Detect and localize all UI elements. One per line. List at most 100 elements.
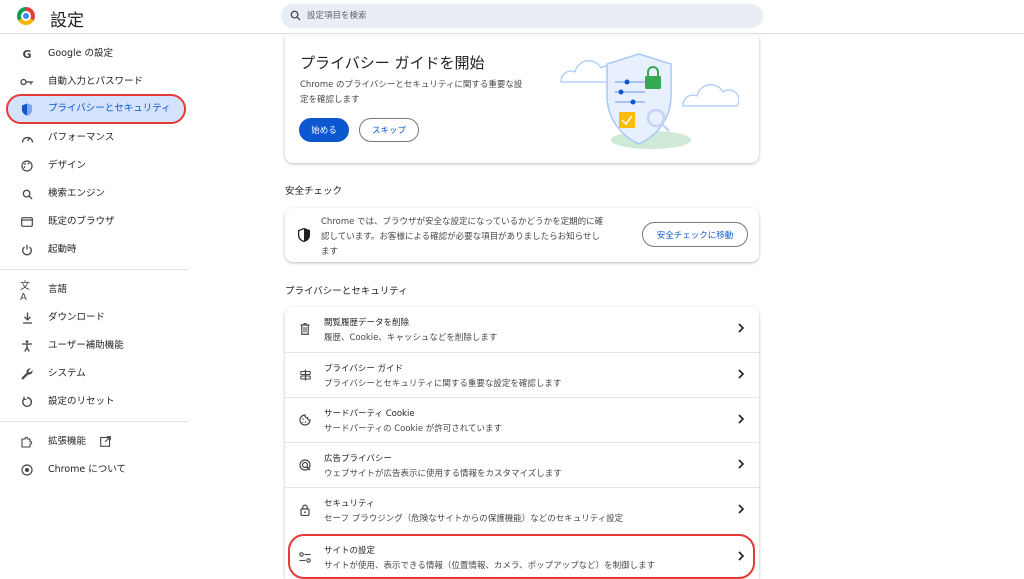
sidebar-item-label: Chrome について <box>48 464 126 475</box>
go-to-safety-check-button[interactable]: 安全チェックに移動 <box>642 222 748 247</box>
browser-window-icon <box>20 215 34 229</box>
cookie-icon <box>298 413 312 427</box>
palette-icon <box>20 159 34 173</box>
site-settings-icon <box>298 550 312 564</box>
sidebar-item-downloads[interactable]: ダウンロード <box>8 305 184 331</box>
sidebar-item-google[interactable]: G Google の設定 <box>8 41 184 67</box>
row-title: プライバシー ガイド <box>324 364 404 374</box>
trash-icon <box>298 322 312 336</box>
sidebar-item-label: ユーザー補助機能 <box>48 340 124 351</box>
privacy-security-heading: プライバシーとセキュリティ <box>285 286 408 297</box>
search-icon <box>20 187 34 201</box>
page-title: 設定 <box>50 11 84 31</box>
sidebar-item-label: 言語 <box>48 284 68 295</box>
sidebar-item-label: 検索エンジン <box>48 188 106 199</box>
ad-privacy-icon <box>298 458 312 472</box>
sidebar-item-reset[interactable]: 設定のリセット <box>8 389 184 415</box>
privacy-guide-icon <box>298 368 312 382</box>
row-third-party-cookies[interactable]: サードパーティ Cookie サードパーティの Cookie が許可されています <box>285 397 759 442</box>
wrench-icon <box>20 367 34 381</box>
safety-check-card: Chrome では、ブラウザが安全な設定になっているかどうかを定期的に確 認して… <box>285 208 759 262</box>
sidebar-item-languages[interactable]: 文A 言語 <box>8 277 184 303</box>
sidebar-item-search-engine[interactable]: 検索エンジン <box>8 181 184 207</box>
safety-check-text-line: 認しています。お客様による確認が必要な項目がありましたらお知らせし <box>321 232 600 242</box>
safety-check-heading: 安全チェック <box>285 186 343 197</box>
sidebar-item-accessibility[interactable]: ユーザー補助機能 <box>8 333 184 359</box>
lock-icon <box>298 503 312 517</box>
privacy-security-list: 閲覧履歴データを削除 履歴、Cookie、キャッシュなどを削除します プライバシ… <box>285 307 759 579</box>
row-subtitle: セーフ ブラウジング（危険なサイトからの保護機能）などのセキュリティ設定 <box>324 514 624 524</box>
sidebar-item-extensions[interactable]: 拡張機能 <box>8 429 184 455</box>
privacy-guide-card: プライバシー ガイドを開始 Chrome のプライバシーとセキュリティに関する重… <box>285 36 759 163</box>
reset-icon <box>20 395 34 409</box>
chevron-right-icon <box>738 369 745 379</box>
sidebar-item-label: 既定のブラウザ <box>48 216 115 227</box>
sidebar-item-label: パフォーマンス <box>48 132 115 143</box>
row-subtitle: サイトが使用、表示できる情報（位置情報、カメラ、ポップアップなど）を制御します <box>324 561 656 571</box>
chrome-logo-icon <box>17 7 35 25</box>
chevron-right-icon <box>738 551 745 561</box>
sidebar-item-appearance[interactable]: デザイン <box>8 153 184 179</box>
sidebar: G Google の設定 自動入力とパスワード プライバシーとセキュリティ パフ… <box>0 36 195 579</box>
row-subtitle: プライバシーとセキュリティに関する重要な設定を確認します <box>324 379 562 389</box>
row-clear-browsing-data[interactable]: 閲覧履歴データを削除 履歴、Cookie、キャッシュなどを削除します <box>285 307 759 352</box>
sidebar-item-label: 設定のリセット <box>48 396 115 407</box>
start-button[interactable]: 始める <box>299 118 349 142</box>
sidebar-item-about[interactable]: Chrome について <box>8 457 184 483</box>
row-title: サードパーティ Cookie <box>324 409 415 419</box>
safety-check-description: Chrome では、ブラウザが安全な設定になっているかどうかを定期的に確 認して… <box>321 215 631 260</box>
accessibility-icon <box>20 339 34 353</box>
header: 設定 <box>0 0 1024 34</box>
search-input[interactable] <box>307 4 747 28</box>
search-icon <box>290 10 301 21</box>
privacy-guide-desc-line: Chrome のプライバシーとセキュリティに関する重要な設 <box>300 80 523 90</box>
open-in-new-icon <box>100 436 111 447</box>
sidebar-item-autofill[interactable]: 自動入力とパスワード <box>8 69 184 95</box>
row-title: 閲覧履歴データを削除 <box>324 318 410 328</box>
sidebar-item-label: ダウンロード <box>48 312 106 323</box>
chevron-right-icon <box>738 323 745 333</box>
row-site-settings[interactable]: サイトの設定 サイトが使用、表示できる情報（位置情報、カメラ、ポップアップなど）… <box>288 534 755 579</box>
power-icon <box>20 243 34 257</box>
privacy-guide-desc-line: 定を確認します <box>300 95 360 105</box>
download-icon <box>20 311 34 325</box>
chevron-right-icon <box>738 504 745 514</box>
safety-check-text-line: ます <box>321 247 339 257</box>
google-g-icon: G <box>22 47 32 61</box>
row-subtitle: 履歴、Cookie、キャッシュなどを削除します <box>324 333 498 343</box>
chrome-icon <box>20 463 34 477</box>
row-privacy-guide[interactable]: プライバシー ガイド プライバシーとセキュリティに関する重要な設定を確認します <box>285 352 759 397</box>
privacy-guide-description: Chrome のプライバシーとセキュリティに関する重要な設 定を確認します <box>300 78 550 108</box>
sidebar-item-label: Google の設定 <box>48 48 114 59</box>
row-title: 広告プライバシー <box>324 454 392 464</box>
safety-check-text-line: Chrome では、ブラウザが安全な設定になっているかどうかを定期的に確 <box>321 217 604 227</box>
row-subtitle: ウェブサイトが広告表示に使用する情報をカスタマイズします <box>324 469 562 479</box>
chevron-right-icon <box>738 414 745 424</box>
privacy-guide-title: プライバシー ガイドを開始 <box>300 54 485 72</box>
sidebar-item-label: デザイン <box>48 160 87 171</box>
search-box[interactable] <box>281 4 763 28</box>
sidebar-divider <box>0 421 188 422</box>
sidebar-item-label: システム <box>48 368 86 379</box>
sidebar-item-label: プライバシーとセキュリティ <box>48 103 171 114</box>
shield-icon <box>20 102 34 116</box>
key-icon <box>20 75 34 89</box>
row-ad-privacy[interactable]: 広告プライバシー ウェブサイトが広告表示に使用する情報をカスタマイズします <box>285 442 759 487</box>
skip-button[interactable]: スキップ <box>359 118 419 142</box>
puzzle-icon <box>20 435 34 449</box>
sidebar-item-label: 拡張機能 <box>48 436 87 447</box>
sidebar-item-system[interactable]: システム <box>8 361 184 387</box>
chevron-right-icon <box>738 459 745 469</box>
sidebar-item-performance[interactable]: パフォーマンス <box>8 125 184 151</box>
row-title: セキュリティ <box>324 499 375 509</box>
sidebar-item-startup[interactable]: 起動時 <box>8 237 184 263</box>
sidebar-item-privacy[interactable]: プライバシーとセキュリティ <box>6 94 186 124</box>
privacy-guide-illustration <box>560 53 739 149</box>
row-security[interactable]: セキュリティ セーフ ブラウジング（危険なサイトからの保護機能）などのセキュリテ… <box>285 487 759 532</box>
sidebar-item-default-browser[interactable]: 既定のブラウザ <box>8 209 184 235</box>
sidebar-item-label: 起動時 <box>48 244 77 255</box>
translate-icon: 文A <box>20 281 30 303</box>
speedometer-icon <box>20 131 34 145</box>
sidebar-divider <box>0 269 188 270</box>
row-subtitle: サードパーティの Cookie が許可されています <box>324 424 502 434</box>
